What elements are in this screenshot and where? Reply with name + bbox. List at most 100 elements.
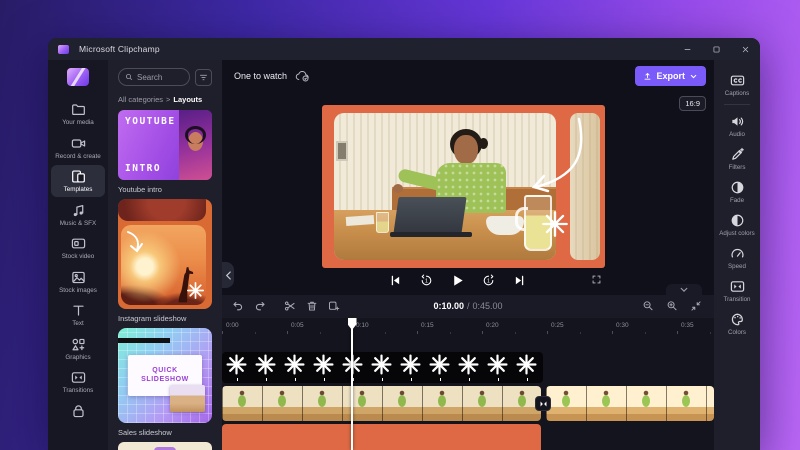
tool-item-fade[interactable]: Fade: [714, 175, 760, 208]
collapse-timeline-button[interactable]: [666, 284, 702, 295]
rewind-1s-button[interactable]: 1: [417, 271, 435, 289]
template-card-instagram-slideshow[interactable]: [118, 199, 212, 309]
template-card-title: Instagram slideshow: [118, 314, 187, 323]
template-card-youtube-intro[interactable]: YOUTUBE INTRO: [118, 110, 212, 180]
video-clip-1[interactable]: [222, 386, 541, 421]
split-scissors-button[interactable]: [282, 298, 298, 314]
sidebar-item-templates[interactable]: Templates: [51, 165, 105, 197]
pv-glass: [376, 212, 389, 233]
sidebar-item-record-create[interactable]: Record & create: [51, 132, 105, 164]
fade-icon: [714, 180, 760, 195]
ruler-label: 0:20: [486, 322, 499, 329]
ruler-tick-minor: [449, 332, 451, 334]
sidebar-item-brand-kit[interactable]: [51, 400, 105, 422]
sidebar-item-music-sfx[interactable]: Music & SFX: [51, 199, 105, 231]
templates-icon: [51, 169, 105, 184]
video-clip-2[interactable]: [546, 386, 714, 421]
brand-kit-icon: [51, 404, 105, 419]
asterisk-graphic: [255, 354, 276, 381]
sidebar-item-stock-images[interactable]: Stock images: [51, 266, 105, 298]
maximize-button[interactable]: [702, 38, 731, 60]
ruler-tick: [417, 331, 418, 334]
sidebar-item-your-media[interactable]: Your media: [51, 98, 105, 130]
export-button[interactable]: Export: [635, 66, 706, 86]
forward-1s-button[interactable]: 1: [479, 271, 497, 289]
asterisk-graphic: [458, 354, 479, 381]
clipchamp-logo-icon: [58, 44, 69, 54]
transition-badge[interactable]: [535, 396, 551, 411]
editor-center: One to watch Export 16:9 1 1 0:10.00 / 0…: [222, 60, 714, 450]
sidebar-item-text[interactable]: Text: [51, 299, 105, 331]
tool-item-colors[interactable]: Colors: [714, 307, 760, 340]
undo-button[interactable]: [230, 298, 246, 314]
sidebar-item-label: Your media: [62, 119, 94, 126]
playhead-line: [351, 318, 353, 450]
card-overlay-text-bottom: INTRO: [125, 163, 162, 174]
text-icon: [51, 303, 105, 318]
zoom-out-button[interactable]: [640, 298, 656, 314]
card-photo: [179, 110, 212, 180]
c2-top: [118, 199, 206, 221]
sidebar-items: Your media Record & create Templates Music …: [48, 98, 108, 424]
ruler-tick-minor: [254, 332, 256, 334]
sidebar-item-stock-video[interactable]: Stock video: [51, 232, 105, 264]
tool-item-audio[interactable]: Audio: [714, 109, 760, 142]
left-sidebar: Your media Record & create Templates Music …: [48, 60, 108, 450]
tool-item-label: Colors: [728, 329, 746, 336]
graphics-icon: [51, 337, 105, 352]
skip-to-end-button[interactable]: [510, 271, 528, 289]
sidebar-item-graphics[interactable]: Graphics: [51, 333, 105, 365]
pv-face: [454, 135, 478, 164]
record-create-icon: [51, 136, 105, 151]
zoom-in-button[interactable]: [664, 298, 680, 314]
templates-panel: All categories > Layouts YOUTUBE INTRO Y…: [108, 60, 222, 450]
tool-item-label: Speed: [728, 263, 746, 270]
breadcrumb-all-categories[interactable]: All categories: [118, 95, 163, 104]
sidebar-item-label: Stock images: [59, 286, 97, 294]
music-sfx-icon: [51, 203, 105, 218]
zoom-tools: [640, 295, 714, 317]
project-title[interactable]: One to watch: [234, 71, 287, 81]
pv-pitcher: [524, 195, 552, 251]
tool-item-adjust-colors[interactable]: Adjust colors: [714, 208, 760, 241]
tool-item-transition[interactable]: Transition: [714, 274, 760, 307]
template-card-sales-slideshow[interactable]: QUICK SLIDESHOW: [118, 328, 212, 423]
ruler-tick-minor: [384, 332, 386, 334]
tool-item-label: Captions: [724, 90, 750, 97]
ruler-tick-minor: [644, 332, 646, 334]
pv-tabbase: [390, 232, 472, 237]
timeline-ruler[interactable]: 0:00 0:05 0:10 0:15 0:20 0:25 0:30 0:35: [222, 317, 714, 335]
minimize-button[interactable]: [673, 38, 702, 60]
redo-button[interactable]: [252, 298, 268, 314]
zoom-fit-button[interactable]: [688, 298, 704, 314]
graphics-clip[interactable]: [222, 352, 543, 383]
card-sunset-scene: [121, 225, 206, 305]
ruler-label: 0:30: [616, 322, 629, 329]
skip-to-start-button[interactable]: [386, 271, 404, 289]
sidebar-item-label: Transitions: [62, 387, 94, 395]
tool-item-speed[interactable]: Speed: [714, 241, 760, 274]
fullscreen-button[interactable]: [587, 270, 605, 288]
add-media-button[interactable]: [326, 298, 342, 314]
template-card-partial[interactable]: [118, 442, 212, 450]
window-controls: [673, 38, 760, 60]
color-clip[interactable]: [222, 424, 541, 450]
play-button[interactable]: [448, 271, 466, 289]
search-input[interactable]: [137, 72, 183, 82]
sidebar-item-label: Music & SFX: [59, 219, 97, 227]
tool-item-filters[interactable]: Filters: [714, 142, 760, 175]
sidebar-item-label: Graphics: [65, 353, 91, 361]
video-frame-main: [334, 113, 556, 260]
chevron-left-icon: [225, 270, 231, 280]
search-box[interactable]: [118, 68, 190, 86]
ruler-tick: [612, 331, 613, 334]
delete-trash-button[interactable]: [304, 298, 320, 314]
collapse-templates-panel-button[interactable]: [222, 262, 234, 288]
transition-icon: [540, 401, 546, 406]
time-separator: /: [466, 301, 470, 311]
tool-item-captions[interactable]: Captions: [714, 68, 760, 101]
close-button[interactable]: [731, 38, 760, 60]
aspect-ratio-badge[interactable]: 16:9: [679, 96, 706, 111]
filter-button[interactable]: [195, 68, 212, 86]
sidebar-item-transitions[interactable]: Transitions: [51, 366, 105, 398]
